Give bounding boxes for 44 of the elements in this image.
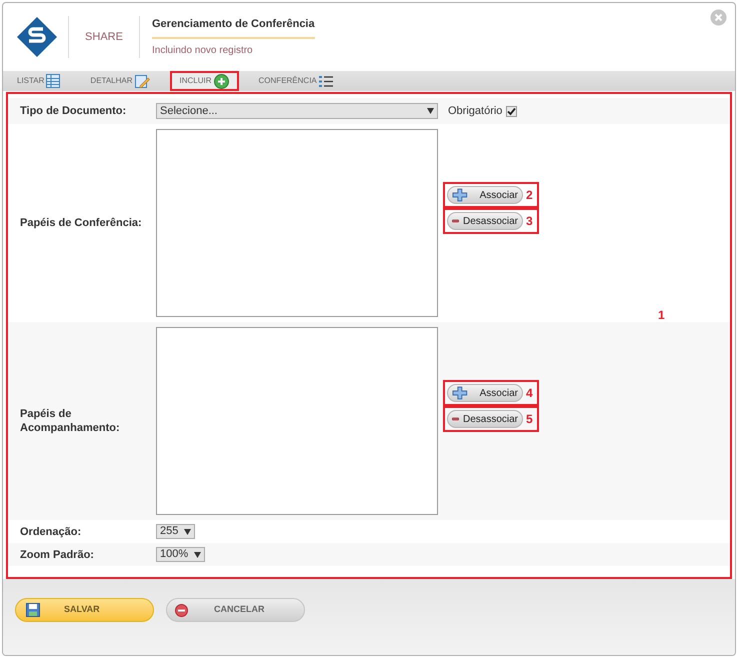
tab[interactable]: DETALHAR bbox=[80, 71, 160, 91]
annotation-number: 5 bbox=[526, 411, 533, 428]
required-checkbox[interactable] bbox=[506, 106, 518, 116]
value-select[interactable]: 255 bbox=[156, 524, 196, 539]
cancel-button[interactable]: CANCELAR bbox=[166, 598, 305, 622]
annotation-number: 4 bbox=[526, 385, 533, 402]
field-label: Papéis de Acompanhamento: bbox=[19, 407, 121, 435]
field-label: Papéis de Conferência: bbox=[19, 216, 143, 230]
page-title: Gerenciamento de Conferência bbox=[152, 16, 315, 39]
dissociate-button[interactable]: Desassociar bbox=[447, 410, 523, 428]
logo-icon bbox=[15, 15, 59, 59]
tab[interactable]: CONFERÊNCIA bbox=[248, 71, 343, 91]
associate-button[interactable]: Associar bbox=[447, 186, 523, 204]
associate-button[interactable]: Associar bbox=[447, 384, 523, 402]
field-label: Ordenação: bbox=[19, 524, 82, 538]
close-icon[interactable] bbox=[710, 9, 727, 26]
field-label: Tipo de Documento: bbox=[19, 104, 128, 118]
annotation-number: 2 bbox=[526, 187, 533, 204]
field-label: Zoom Padrão: bbox=[19, 548, 95, 562]
save-button[interactable]: SALVAR bbox=[15, 598, 154, 622]
brand-name: SHARE bbox=[84, 30, 124, 45]
minus-icon bbox=[452, 218, 459, 224]
dropdown-arrow-icon bbox=[194, 552, 202, 558]
list-icon bbox=[318, 74, 333, 88]
table-icon bbox=[46, 74, 60, 88]
tab[interactable]: INCLUIR bbox=[170, 71, 239, 91]
dissociate-button[interactable]: Desassociar bbox=[447, 212, 523, 230]
annotation-number: 1 bbox=[658, 307, 665, 324]
stop-circle-icon bbox=[175, 604, 188, 616]
minus-icon bbox=[452, 416, 459, 422]
roles-listbox[interactable] bbox=[156, 129, 438, 317]
tab[interactable]: LISTAR bbox=[7, 71, 70, 91]
checkbox-label: Obrigatório bbox=[448, 104, 502, 119]
pencil-note-icon bbox=[134, 74, 150, 88]
page-subtitle: Incluindo novo registro bbox=[152, 44, 254, 58]
annotation-number: 3 bbox=[526, 213, 533, 230]
plus-icon bbox=[452, 386, 468, 400]
plus-circle-icon bbox=[214, 74, 229, 88]
plus-icon bbox=[452, 188, 468, 202]
value-select[interactable]: 100% bbox=[156, 547, 206, 562]
dropdown-arrow-icon bbox=[184, 528, 192, 534]
roles-listbox[interactable] bbox=[156, 327, 438, 515]
dropdown-arrow-icon bbox=[427, 108, 434, 114]
document-type-select[interactable]: Selecione... bbox=[156, 103, 438, 119]
